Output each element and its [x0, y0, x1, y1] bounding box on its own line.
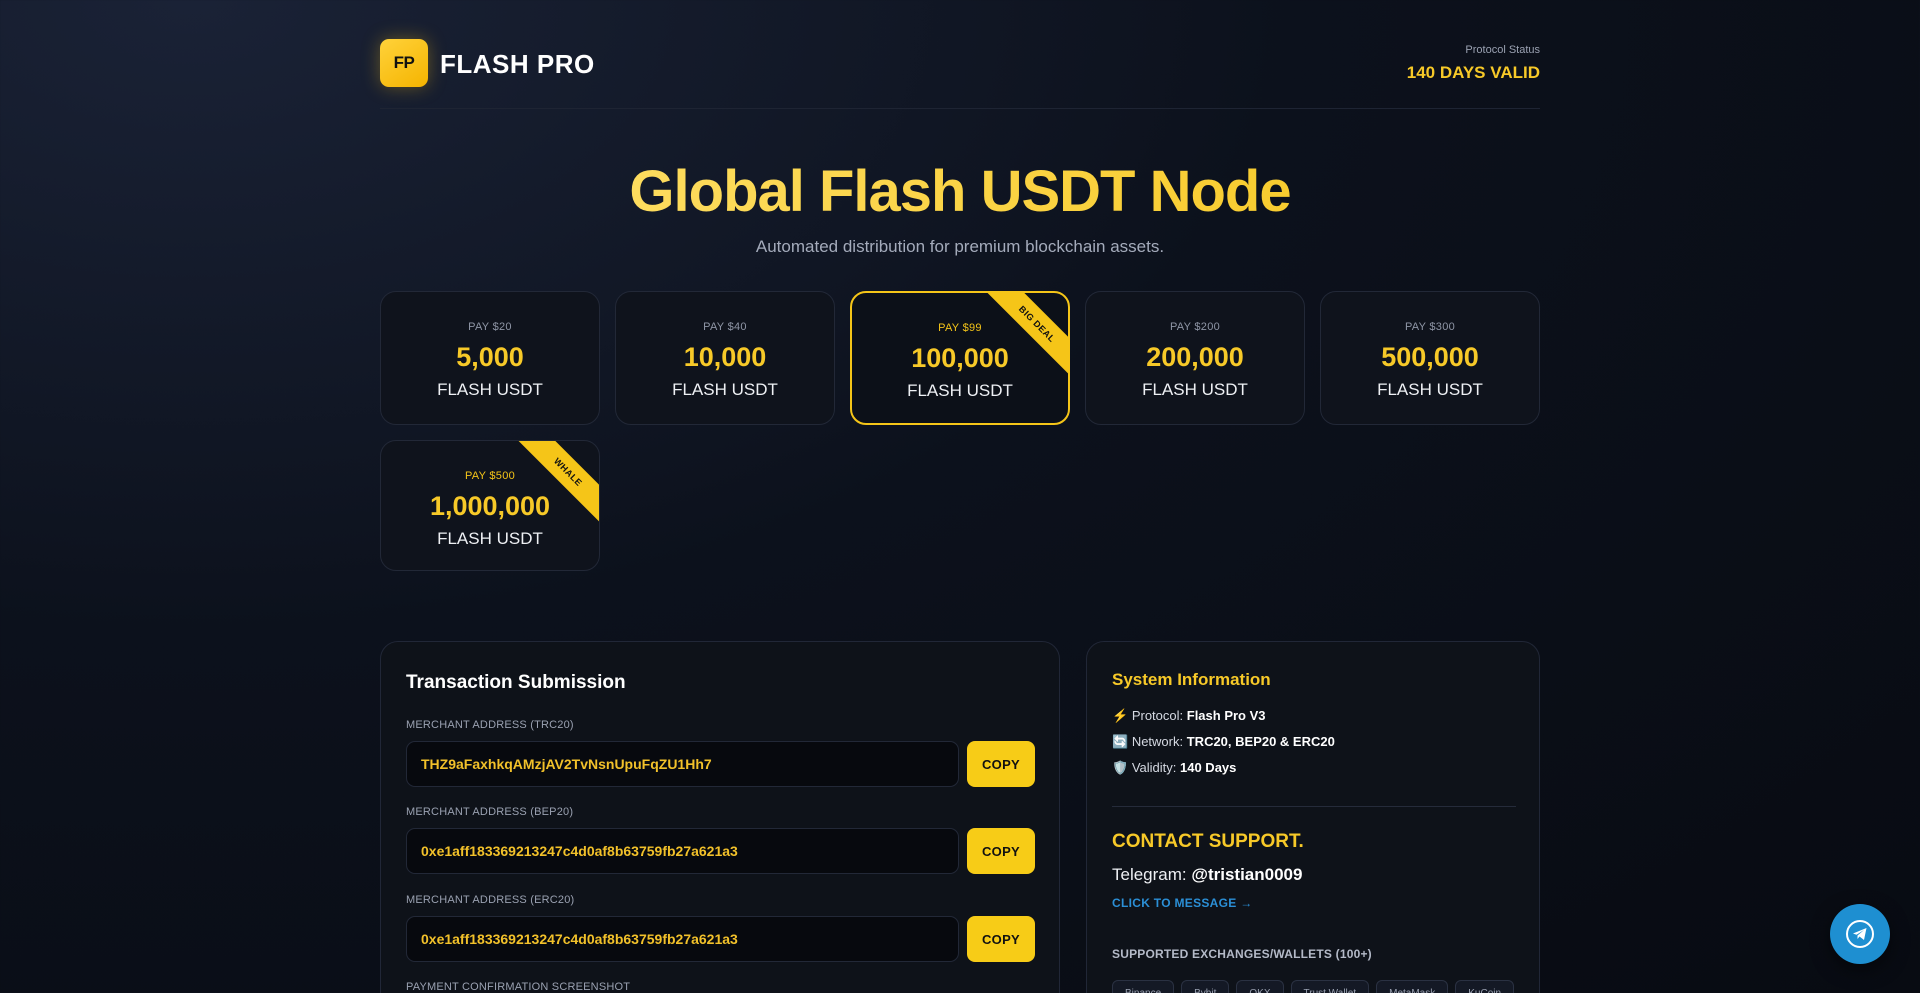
package-unit: FLASH USDT — [672, 380, 778, 399]
package-card-100000[interactable]: BIG DEAL PAY $99 100,000 FLASH USDT — [850, 291, 1070, 425]
package-unit: FLASH USDT — [437, 380, 543, 399]
validity-value: 140 Days — [1180, 760, 1237, 775]
package-price: PAY $99 — [938, 322, 982, 334]
exchange-chip: Bybit — [1181, 980, 1230, 993]
package-card-10000[interactable]: PAY $40 10,000 FLASH USDT — [615, 291, 835, 425]
package-price: PAY $200 — [1169, 321, 1221, 333]
lightning-icon: ⚡ — [1112, 708, 1129, 723]
logo: FP — [380, 39, 428, 87]
network-row: 🔄 Network: TRC20, BEP20 & ERC20 — [1112, 734, 1335, 750]
click-to-message-link[interactable]: CLICK TO MESSAGE → — [1112, 896, 1253, 910]
package-card-500000[interactable]: PAY $300 500,000 FLASH USDT — [1320, 291, 1540, 425]
exchange-chips: Binance Bybit OKX Trust Wallet MetaMask … — [1112, 980, 1515, 993]
erc20-label: MERCHANT ADDRESS (ERC20) — [406, 894, 575, 906]
protocol-label: Protocol: — [1131, 708, 1184, 723]
package-card-5000[interactable]: PAY $20 5,000 FLASH USDT — [380, 291, 600, 425]
trc20-address-field[interactable]: THZ9aFaxhkqAMzjAV2TvNsnUpuFqZU1Hh7 — [406, 741, 959, 787]
divider — [1112, 806, 1516, 807]
exchange-chip: Binance — [1112, 980, 1175, 993]
transaction-panel: Transaction Submission MERCHANT ADDRESS … — [380, 641, 1060, 993]
package-amount: 100,000 — [911, 343, 1009, 373]
package-price: PAY $300 — [1404, 321, 1456, 333]
telegram-line: Telegram: @tristian0009 — [1112, 865, 1302, 885]
system-info-title: System Information — [1112, 670, 1271, 689]
transaction-title: Transaction Submission — [406, 672, 626, 693]
package-price: PAY $40 — [703, 321, 747, 333]
package-amount: 5,000 — [456, 342, 524, 372]
brand-name: FLASH PRO — [440, 49, 595, 79]
network-value: TRC20, BEP20 & ERC20 — [1186, 734, 1335, 749]
package-price: PAY $20 — [468, 321, 512, 333]
protocol-status-value: 140 DAYS VALID — [1406, 63, 1540, 82]
telegram-icon — [1846, 920, 1874, 948]
exchange-chip: MetaMask — [1376, 980, 1449, 993]
validity-label: Validity: — [1131, 760, 1177, 775]
bep20-address-field[interactable]: 0xe1aff183369213247c4d0af8b63759fb27a621… — [406, 828, 959, 874]
package-amount: 1,000,000 — [429, 491, 551, 521]
refresh-icon: 🔄 — [1112, 734, 1129, 749]
copy-trc20-button[interactable]: COPY — [967, 741, 1035, 787]
contact-support-title: CONTACT SUPPORT. — [1112, 831, 1304, 852]
package-card-200000[interactable]: PAY $200 200,000 FLASH USDT — [1085, 291, 1305, 425]
network-label: Network: — [1131, 734, 1184, 749]
package-price: PAY $500 — [464, 470, 516, 482]
protocol-value: Flash Pro V3 — [1186, 708, 1266, 723]
protocol-status-label: Protocol Status — [1465, 44, 1540, 56]
package-unit: FLASH USDT — [1377, 380, 1483, 399]
exchange-chip: KuCoin — [1455, 980, 1515, 993]
exchange-chip: OKX — [1236, 980, 1284, 993]
bep20-label: MERCHANT ADDRESS (BEP20) — [406, 806, 574, 818]
package-amount: 500,000 — [1381, 342, 1479, 372]
shield-icon: 🛡️ — [1112, 760, 1129, 775]
hero-title: Global Flash USDT Node — [380, 158, 1540, 225]
copy-bep20-button[interactable]: COPY — [967, 828, 1035, 874]
telegram-floating-button[interactable] — [1830, 904, 1890, 964]
telegram-handle: @tristian0009 — [1191, 865, 1303, 884]
telegram-label: Telegram: — [1112, 865, 1187, 884]
package-unit: FLASH USDT — [1142, 380, 1248, 399]
package-unit: FLASH USDT — [437, 529, 543, 548]
protocol-row: ⚡ Protocol: Flash Pro V3 — [1112, 708, 1266, 724]
copy-erc20-button[interactable]: COPY — [967, 916, 1035, 962]
hero-subtitle: Automated distribution for premium block… — [755, 237, 1165, 256]
system-info-panel: System Information ⚡ Protocol: Flash Pro… — [1086, 641, 1540, 993]
trc20-label: MERCHANT ADDRESS (TRC20) — [406, 719, 574, 731]
supported-exchanges-title: SUPPORTED EXCHANGES/WALLETS (100+) — [1112, 947, 1372, 961]
exchange-chip: Trust Wallet — [1290, 980, 1370, 993]
validity-row: 🛡️ Validity: 140 Days — [1112, 760, 1236, 776]
package-amount: 10,000 — [683, 342, 767, 372]
package-amount: 200,000 — [1146, 342, 1244, 372]
screenshot-label: PAYMENT CONFIRMATION SCREENSHOT — [406, 981, 631, 993]
header: FP FLASH PRO Protocol Status 140 DAYS VA… — [380, 39, 1540, 109]
package-unit: FLASH USDT — [907, 381, 1013, 400]
package-card-1000000[interactable]: WHALE PAY $500 1,000,000 FLASH USDT — [380, 440, 600, 571]
erc20-address-field[interactable]: 0xe1aff183369213247c4d0af8b63759fb27a621… — [406, 916, 959, 962]
